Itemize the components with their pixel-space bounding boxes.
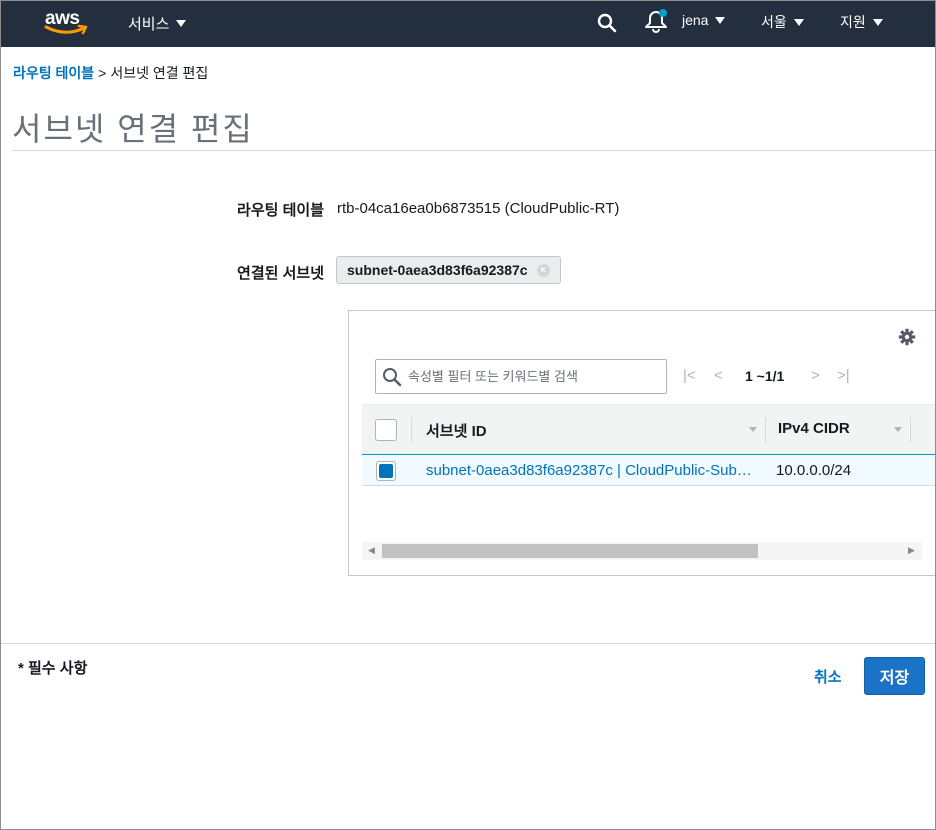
row-checkbox[interactable] [376,461,396,481]
region-menu[interactable]: 서울 [761,12,804,32]
next-page-icon[interactable]: > [811,367,820,384]
chevron-down-icon [872,18,883,26]
cancel-button[interactable]: 취소 [814,666,842,687]
title-divider [12,150,936,151]
support-label: 지원 [840,14,866,30]
row-subnet-link[interactable]: subnet-0aea3d83f6a92387c | CloudPublic-S… [426,462,756,479]
column-header-subnet-id[interactable]: 서브넷 ID [426,420,487,441]
horizontal-scrollbar[interactable]: ◀ ▶ [362,542,922,560]
column-divider [411,417,412,443]
required-note: * 필수 사항 [18,660,88,677]
scroll-right-icon[interactable]: ▶ [908,545,915,556]
select-all-checkbox[interactable] [375,419,397,441]
sort-caret-icon[interactable] [894,427,902,432]
logo-smile-icon [44,24,88,35]
pagination-range: 1 ~1/1 [745,368,785,384]
filter-search-box [375,359,667,394]
user-menu[interactable]: jena [682,12,726,28]
breadcrumb-route-tables-link[interactable]: 라우팅 테이블 [13,65,94,81]
notification-bell-icon[interactable] [641,8,669,34]
route-table-value: rtb-04ca16ea0b6873515 (CloudPublic-RT) [337,200,620,217]
table-row[interactable]: subnet-0aea3d83f6a92387c | CloudPublic-S… [362,454,936,486]
sort-caret-icon[interactable] [749,427,757,432]
route-table-label: 라우팅 테이블 [237,202,324,219]
column-divider [765,417,766,443]
breadcrumb-separator: > [98,65,107,81]
support-menu[interactable]: 지원 [840,12,883,32]
previous-page-icon[interactable]: < [714,367,723,384]
row-checkbox-checked-mark [379,464,393,478]
row-ipv4-cidr: 10.0.0.0/24 [776,462,852,479]
services-menu[interactable]: 서비스 [128,13,187,34]
column-divider [910,417,911,443]
breadcrumb: 라우팅 테이블 > 서브넷 연결 편집 [13,63,208,83]
services-label: 서비스 [128,16,170,33]
first-page-icon[interactable]: |< [683,367,696,384]
filter-search-input[interactable] [408,369,648,384]
save-button[interactable]: 저장 [864,657,925,695]
chevron-down-icon [715,16,726,24]
chevron-down-icon [176,20,187,27]
user-label: jena [682,12,709,28]
chevron-down-icon [793,18,804,26]
scrollbar-thumb[interactable] [382,544,758,558]
selected-subnet-token-label: subnet-0aea3d83f6a92387c [347,262,528,278]
footer-divider [0,643,936,644]
region-label: 서울 [761,14,787,30]
aws-logo[interactable]: aws [44,7,92,37]
page-title: 서브넷 연결 편집 [12,111,254,147]
remove-token-icon[interactable]: × [536,263,550,277]
scroll-left-icon[interactable]: ◀ [368,545,375,556]
associated-subnets-label: 연결된 서브넷 [237,265,324,282]
subnet-table-panel: |< < 1 ~1/1 > >| 서브넷 ID IPv4 CIDR subnet… [348,310,936,576]
notification-dot [659,9,667,17]
column-header-ipv4-cidr[interactable]: IPv4 CIDR [778,420,850,437]
table-header: 서브넷 ID IPv4 CIDR [362,404,936,454]
top-navigation: aws 서비스 jena 서울 지원 [0,0,936,47]
selected-subnet-token: subnet-0aea3d83f6a92387c × [336,256,561,284]
search-icon [383,367,402,386]
gear-icon[interactable] [898,328,916,346]
breadcrumb-current: 서브넷 연결 편집 [110,65,209,81]
search-icon[interactable] [597,13,617,33]
last-page-icon[interactable]: >| [837,367,850,384]
